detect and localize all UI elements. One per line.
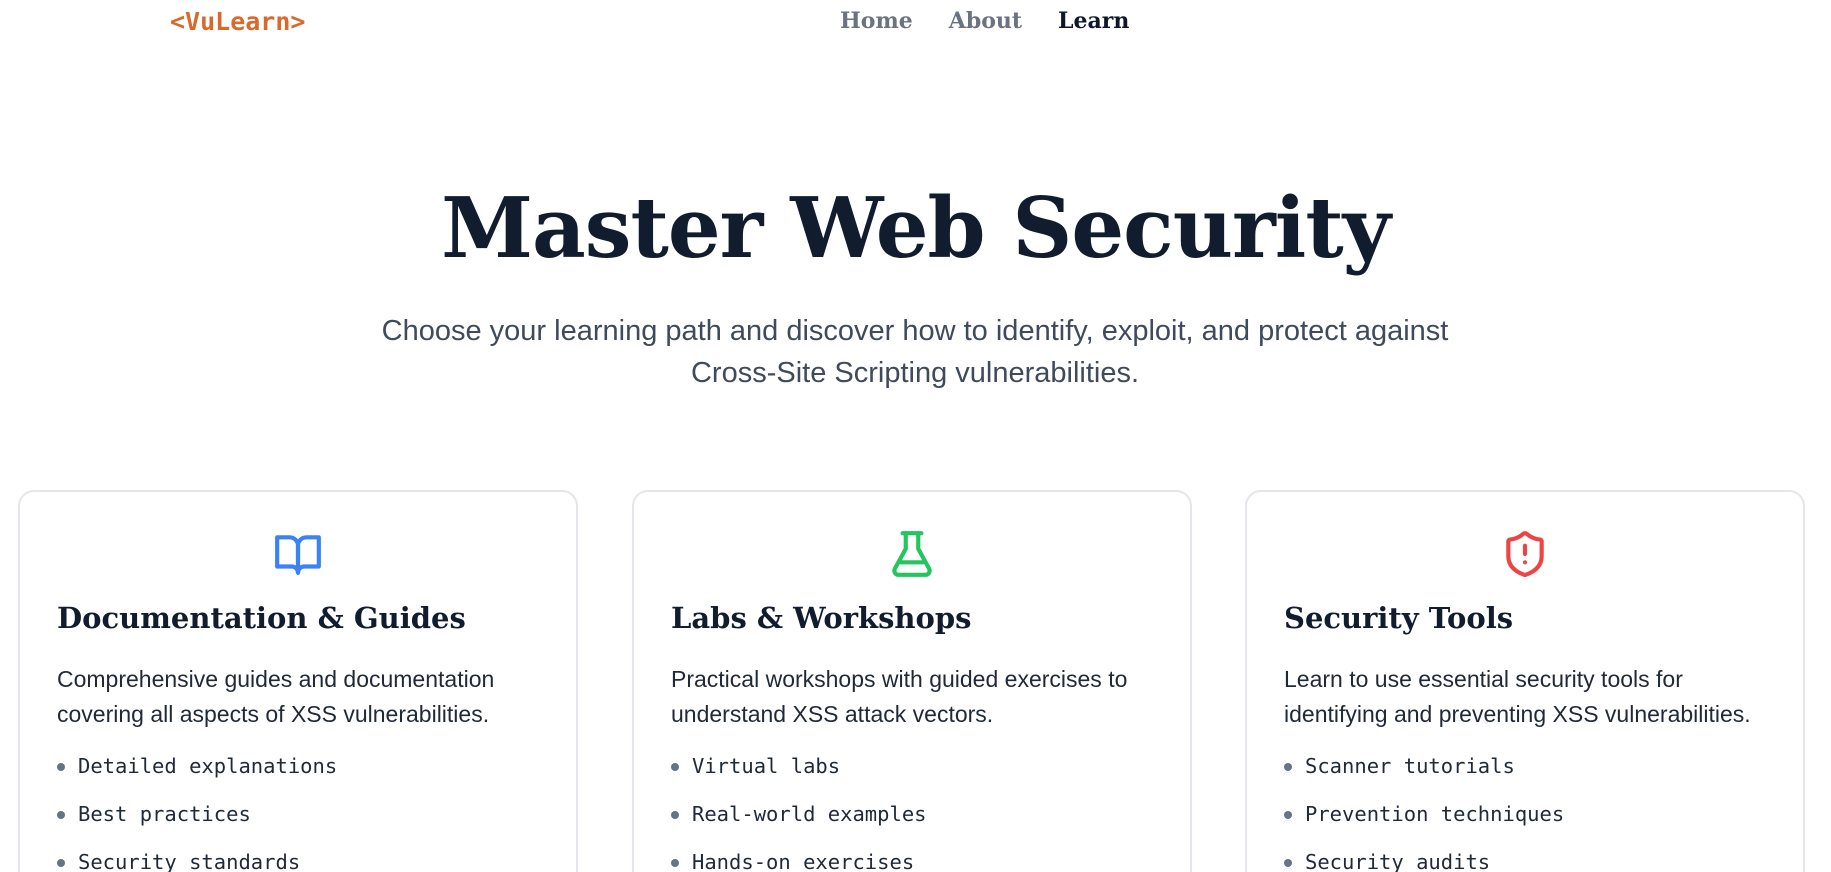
card-labs[interactable]: Labs & Workshops Practical workshops wit… xyxy=(632,490,1192,872)
shield-alert-icon xyxy=(1247,529,1803,579)
card-title: Documentation & Guides xyxy=(57,601,466,635)
hero-title: Master Web Security xyxy=(441,179,1391,277)
feature-item: Prevention techniques xyxy=(1284,790,1564,838)
nav-link-about[interactable]: About xyxy=(949,5,1022,37)
main-nav: Home About Learn xyxy=(840,5,1129,37)
feature-list: Scanner tutorials Prevention techniques … xyxy=(1284,742,1564,872)
feature-item: Security audits xyxy=(1284,838,1564,872)
site-logo[interactable]: <VuLearn> xyxy=(170,7,305,37)
feature-item: Best practices xyxy=(57,790,337,838)
card-description: Comprehensive guides and documentation c… xyxy=(57,666,495,727)
feature-item: Hands-on exercises xyxy=(671,838,927,872)
card-security-tools[interactable]: Security Tools Learn to use essential se… xyxy=(1245,490,1805,872)
card-description: Practical workshops with guided exercise… xyxy=(671,666,1128,727)
card-documentation[interactable]: Documentation & Guides Comprehensive gui… xyxy=(18,490,578,872)
card-title: Labs & Workshops xyxy=(671,601,972,635)
feature-item: Detailed explanations xyxy=(57,742,337,790)
nav-link-learn[interactable]: Learn xyxy=(1058,5,1129,37)
hero-subtitle: Choose your learning path and discover h… xyxy=(381,315,1449,389)
feature-list: Virtual labs Real-world examples Hands-o… xyxy=(671,742,927,872)
feature-list: Detailed explanations Best practices Sec… xyxy=(57,742,337,872)
card-description: Learn to use essential security tools fo… xyxy=(1284,666,1751,727)
nav-link-home[interactable]: Home xyxy=(840,5,913,37)
book-open-icon xyxy=(20,529,576,579)
flask-icon xyxy=(634,529,1190,579)
feature-item: Scanner tutorials xyxy=(1284,742,1564,790)
feature-item: Security standards xyxy=(57,838,337,872)
feature-item: Virtual labs xyxy=(671,742,927,790)
card-title: Security Tools xyxy=(1284,601,1514,635)
feature-item: Real-world examples xyxy=(671,790,927,838)
